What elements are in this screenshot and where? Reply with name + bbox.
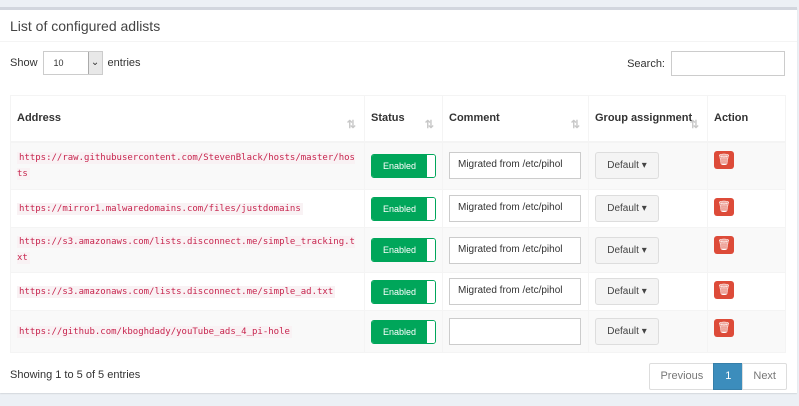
search-label: Search:	[627, 57, 665, 70]
entries-label: entries	[107, 57, 141, 69]
box-title: List of configured adlists	[10, 18, 161, 34]
entries-select[interactable]: 10 ⌄	[42, 51, 103, 75]
group-assignment-dropdown[interactable]: Default ▾	[595, 195, 659, 222]
pagination: Previous 1 Next	[649, 363, 787, 390]
caret-down-icon: ▾	[641, 160, 647, 172]
adlist-address: https://raw.githubusercontent.com/Steven…	[17, 151, 355, 180]
sort-icon: ⇅	[424, 118, 434, 131]
next-page-button[interactable]: Next	[742, 363, 787, 390]
status-toggle[interactable]: Enabled	[371, 196, 436, 221]
status-label: Enabled	[372, 239, 427, 261]
comment-input[interactable]: Migrated from /etc/pihol	[449, 236, 581, 264]
trash-icon[interactable]: 🗑	[714, 150, 734, 169]
group-assignment-dropdown[interactable]: Default ▾	[595, 318, 659, 345]
toggle-knob	[427, 154, 435, 177]
status-toggle[interactable]: Enabled	[371, 238, 436, 262]
column-header-status[interactable]: Status ⇅	[364, 95, 443, 143]
search-input[interactable]	[671, 51, 785, 76]
page-1-button[interactable]: 1	[713, 363, 744, 390]
status-label: Enabled	[372, 320, 427, 343]
search-control: Search:	[627, 51, 785, 76]
column-header-address[interactable]: Address ⇅	[10, 95, 365, 143]
column-header-action: Action	[707, 95, 786, 143]
sort-icon: ⇅	[346, 118, 356, 131]
column-header-comment[interactable]: Comment ⇅	[442, 95, 589, 143]
table-row: https://s3.amazonaws.com/lists.disconnec…	[10, 227, 786, 273]
adlists-table: Address ⇅ Status ⇅ Comment ⇅ Group assignme…	[10, 95, 786, 353]
status-toggle[interactable]: Enabled	[371, 153, 436, 178]
trash-icon[interactable]: 🗑	[714, 319, 734, 337]
status-toggle[interactable]: Enabled	[371, 279, 436, 304]
trash-icon[interactable]: 🗑	[714, 198, 734, 216]
table-row: https://mirror1.malwaredomains.com/files…	[10, 189, 786, 228]
entries-select-value: 10	[53, 58, 64, 68]
comment-input[interactable]: Migrated from /etc/pihol	[449, 152, 581, 180]
toggle-knob	[427, 320, 435, 343]
caret-down-icon: ⌄	[87, 52, 102, 74]
table-row: https://s3.amazonaws.com/lists.disconnec…	[10, 272, 786, 311]
caret-down-icon: ▾	[641, 244, 647, 256]
sort-icon: ⇅	[570, 118, 580, 131]
caret-down-icon: ▾	[641, 286, 647, 297]
toggle-knob	[427, 239, 435, 261]
status-label: Enabled	[372, 280, 427, 303]
sort-icon: ⇅	[689, 118, 699, 131]
adlist-address: https://mirror1.malwaredomains.com/files…	[17, 202, 303, 215]
status-toggle[interactable]: Enabled	[371, 319, 436, 344]
table-row: https://github.com/kboghdady/youTube_ads…	[10, 310, 786, 353]
toggle-knob	[427, 280, 435, 303]
table-info: Showing 1 to 5 of 5 entries	[10, 369, 141, 381]
comment-input[interactable]: Migrated from /etc/pihol	[449, 278, 581, 305]
adlist-address: https://s3.amazonaws.com/lists.disconnec…	[17, 236, 355, 264]
trash-icon[interactable]: 🗑	[714, 281, 734, 299]
caret-down-icon: ▾	[641, 203, 647, 214]
caret-down-icon: ▾	[641, 326, 647, 337]
comment-input[interactable]: Migrated from /etc/pihol	[449, 195, 581, 222]
table-controls: Show 10 ⌄ entries Search:	[0, 42, 797, 76]
adlist-address: https://s3.amazonaws.com/lists.disconnec…	[17, 285, 336, 298]
table-row: https://raw.githubusercontent.com/Steven…	[10, 141, 786, 190]
adlists-box: List of configured adlists Show 10 ⌄ ent…	[0, 7, 797, 393]
group-assignment-dropdown[interactable]: Default ▾	[595, 278, 659, 305]
group-assignment-dropdown[interactable]: Default ▾	[595, 236, 659, 264]
status-label: Enabled	[372, 197, 427, 220]
toggle-knob	[427, 197, 435, 220]
show-label: Show	[10, 57, 38, 69]
status-label: Enabled	[372, 154, 427, 177]
previous-page-button[interactable]: Previous	[649, 363, 715, 390]
group-assignment-dropdown[interactable]: Default ▾	[595, 152, 659, 180]
box-header: List of configured adlists	[0, 10, 797, 42]
adlist-address: https://github.com/kboghdady/youTube_ads…	[17, 325, 292, 338]
comment-input[interactable]	[449, 318, 581, 345]
column-header-group[interactable]: Group assignment ⇅	[588, 95, 708, 143]
trash-icon[interactable]: 🗑	[714, 236, 734, 254]
length-control: Show 10 ⌄ entries	[10, 51, 141, 75]
